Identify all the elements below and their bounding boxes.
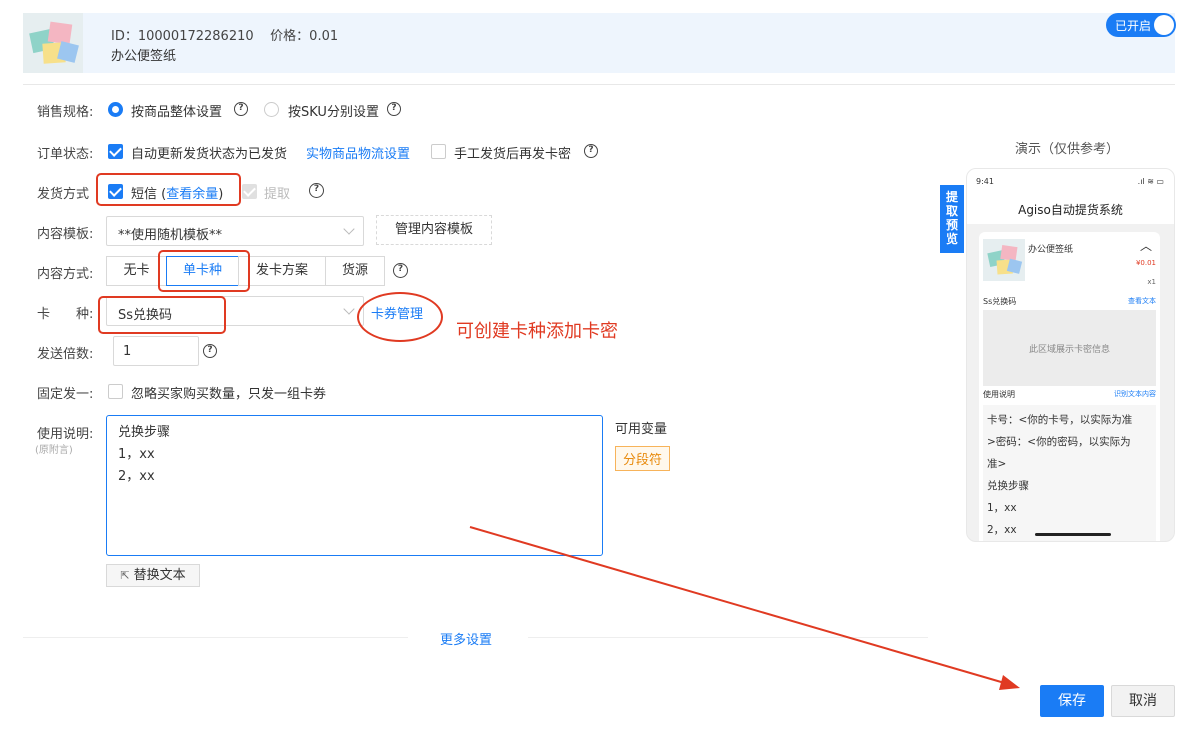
cancel-button[interactable]: 取消	[1111, 685, 1175, 717]
save-button[interactable]: 保存	[1040, 685, 1104, 717]
annotation-arrow	[469, 526, 1020, 690]
